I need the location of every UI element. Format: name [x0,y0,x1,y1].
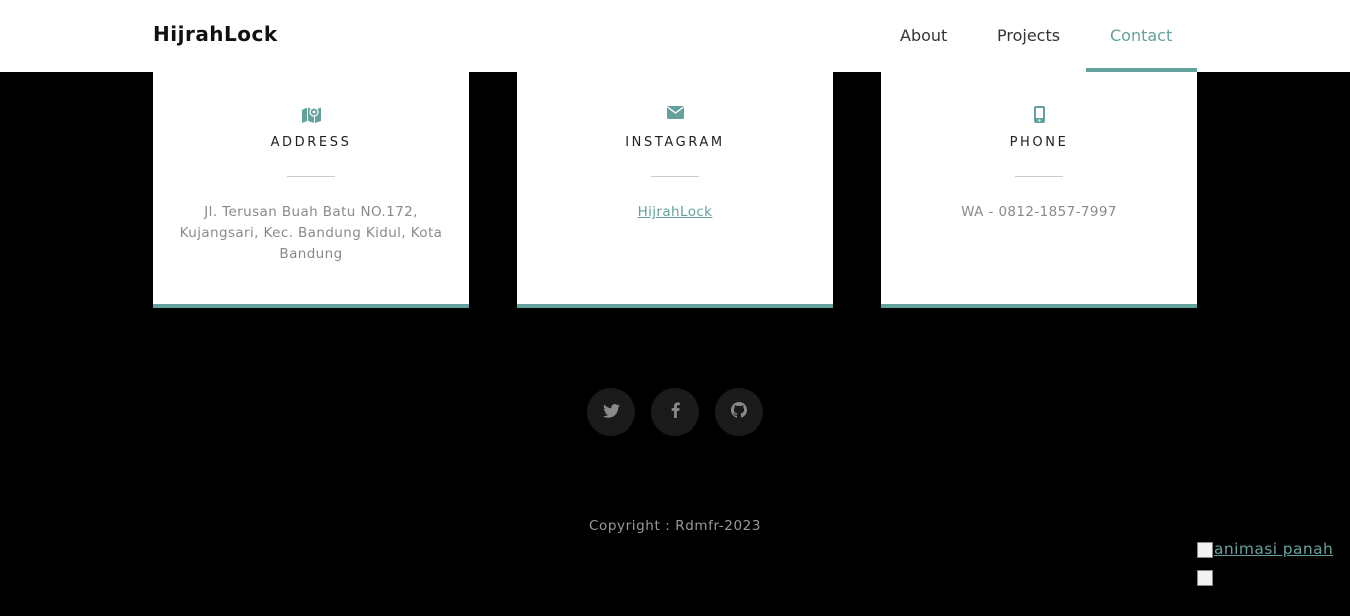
instagram-link[interactable]: HijrahLock [638,204,713,220]
address-card: ADDRESS Jl. Terusan Buah Batu NO.172, Ku… [153,60,469,308]
instagram-title: INSTAGRAM [625,135,725,150]
envelope-icon [517,106,833,119]
navbar: HijrahLock About Projects Contact [0,0,1350,72]
phone-card: PHONE WA - 0812-1857-7997 [881,60,1197,308]
address-text: Jl. Terusan Buah Batu NO.172, Kujangsari… [179,204,443,262]
divider [1015,176,1063,177]
nav-link-contact[interactable]: Contact [1110,26,1172,45]
mobile-phone-icon [881,106,1197,123]
instagram-card: INSTAGRAM HijrahLock [517,60,833,308]
animated-arrow-link[interactable]: animasi panah [1197,540,1333,558]
brand-logo[interactable]: HijrahLock [153,22,278,46]
divider [287,176,335,177]
phone-text: WA - 0812-1857-7997 [961,204,1117,220]
facebook-button[interactable] [651,388,699,436]
facebook-icon [671,402,680,422]
active-nav-indicator [1086,68,1197,72]
github-icon [731,402,747,422]
floating-image-link[interactable] [1197,568,1214,588]
nav-link-projects[interactable]: Projects [997,26,1060,45]
twitter-button[interactable] [587,388,635,436]
divider [651,176,699,177]
phone-title: PHONE [1009,135,1069,150]
broken-image-icon [1197,570,1213,586]
copyright-text: Copyright : Rdmfr-2023 [588,518,762,534]
broken-image-alt-text: animasi panah [1214,540,1334,558]
instagram-body: HijrahLock [537,202,813,223]
nav-link-about[interactable]: About [900,26,947,45]
broken-image-icon [1197,542,1213,558]
map-icon [153,106,469,123]
address-title: ADDRESS [270,135,352,150]
github-button[interactable] [715,388,763,436]
twitter-icon [602,403,620,422]
